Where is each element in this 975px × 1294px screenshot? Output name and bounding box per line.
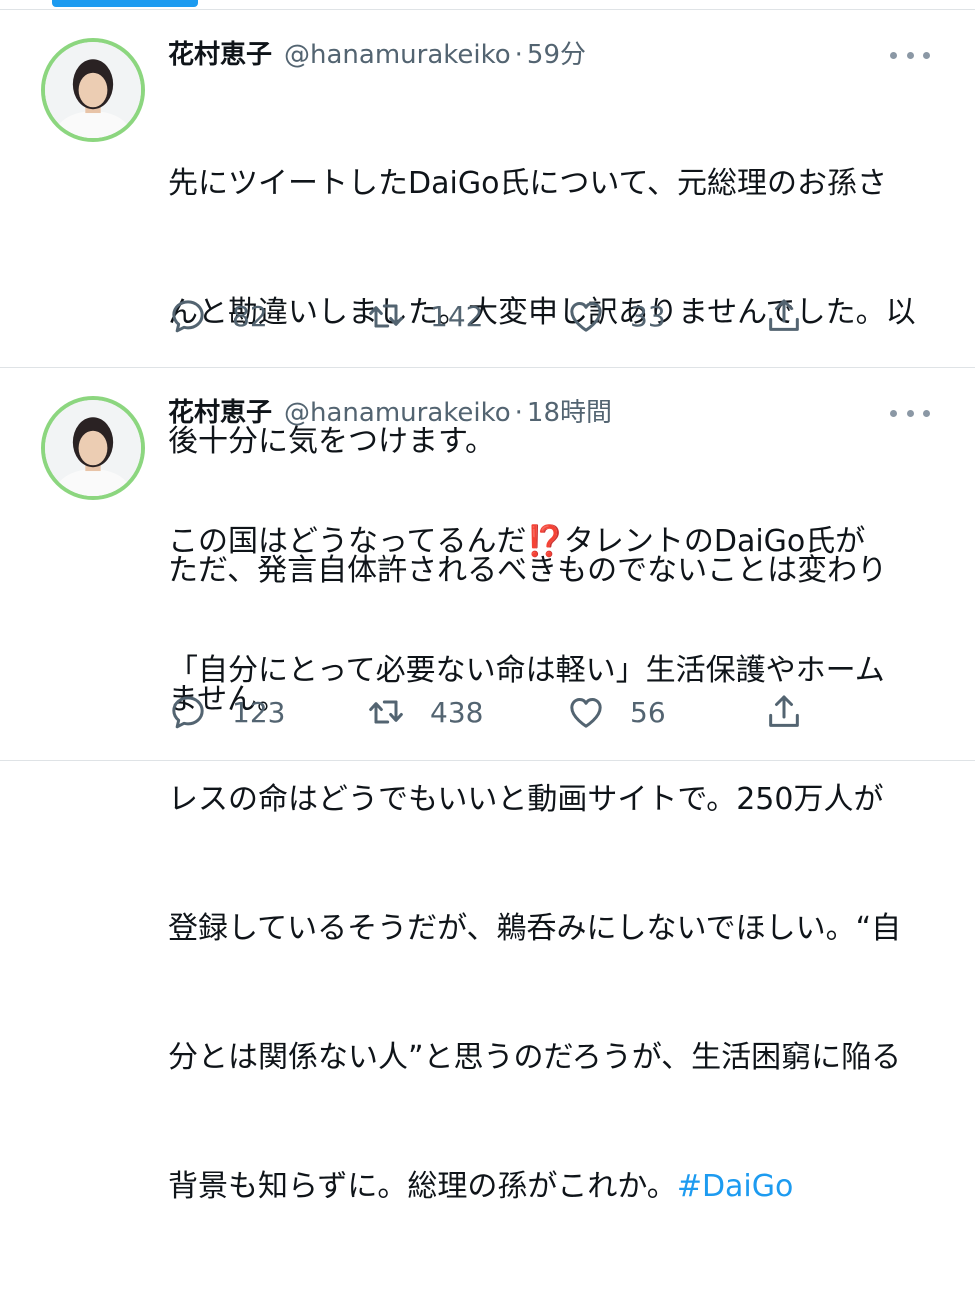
tweet-text-line: この国はどうなってるんだ⁉️タレントのDaiGo氏が <box>168 520 938 563</box>
user-handle[interactable]: @hanamurakeiko <box>284 398 511 428</box>
tweet-text-line: 分とは関係ない人”と思うのだろうが、生活困窮に陥る <box>168 1040 902 1075</box>
tweet-header: 花村恵子 @hanamurakeiko · 18時間 <box>168 392 915 436</box>
user-handle[interactable]: @hanamurakeiko <box>284 40 511 70</box>
like-button[interactable]: 33 <box>566 294 666 338</box>
retweet-button[interactable]: 142 <box>366 294 483 338</box>
tweet-actions: 123 438 56 <box>168 690 828 734</box>
reply-button[interactable]: 123 <box>168 690 285 734</box>
retweet-button[interactable]: 438 <box>366 690 483 734</box>
separator: · <box>514 398 523 428</box>
separator: · <box>514 40 523 70</box>
tweet[interactable]: 花村恵子 @hanamurakeiko · 59分 先にツイートしたDaiGo氏… <box>0 10 975 717</box>
exclamation-question-emoji: ⁉️ <box>526 524 564 559</box>
hashtag-link[interactable]: #DaiGo <box>677 1169 794 1204</box>
tweet-text-line: レスの命はどうでもいいと動画サイトで。250万人が <box>168 782 884 817</box>
retweet-icon <box>369 304 403 328</box>
tweet-actions: 82 142 33 <box>168 294 828 338</box>
tweet-text: この国はどうなってるんだ⁉️タレントのDaiGo氏が 「自分にとって必要ない命は… <box>168 434 938 1294</box>
share-button[interactable] <box>764 294 804 338</box>
reply-count: 82 <box>232 299 268 333</box>
avatar[interactable] <box>41 38 145 142</box>
avatar-image <box>45 42 141 138</box>
display-name[interactable]: 花村恵子 <box>168 34 272 71</box>
like-button[interactable]: 56 <box>566 690 666 734</box>
retweet-icon <box>369 700 403 724</box>
tweet-text-segment: 背景も知らずに。総理の孫がこれか。 <box>168 1169 677 1204</box>
tweet-header: 花村恵子 @hanamurakeiko · 59分 <box>168 34 915 78</box>
like-count: 56 <box>630 695 666 729</box>
reply-count: 123 <box>232 695 286 729</box>
like-icon <box>570 698 602 728</box>
reply-button[interactable]: 82 <box>168 294 268 338</box>
share-button[interactable] <box>764 690 804 734</box>
like-count: 33 <box>630 299 666 333</box>
active-tab-indicator <box>52 0 198 7</box>
retweet-count: 142 <box>430 299 484 333</box>
tweet-text-line: 背景も知らずに。総理の孫がこれか。#DaiGo <box>168 1165 938 1208</box>
timestamp[interactable]: 18時間 <box>527 392 612 429</box>
share-icon <box>769 299 799 331</box>
timestamp[interactable]: 59分 <box>527 34 586 71</box>
retweet-count: 438 <box>430 695 484 729</box>
more-icon[interactable] <box>890 406 930 420</box>
more-icon[interactable] <box>890 48 930 62</box>
avatar-image <box>45 400 141 496</box>
avatar[interactable] <box>41 396 145 500</box>
tweet-text-line: 登録しているそうだが、鵜呑みにしないでほしい。“自 <box>168 911 902 946</box>
reply-icon <box>172 696 204 729</box>
reply-icon <box>172 300 204 333</box>
tweet-text-line: 「自分にとって必要ない命は軽い」生活保護やホーム <box>168 653 885 688</box>
like-icon <box>570 302 602 332</box>
display-name[interactable]: 花村恵子 <box>168 392 272 429</box>
tweet-text-segment: タレントのDaiGo氏が <box>563 524 866 559</box>
tweet[interactable]: 花村恵子 @hanamurakeiko · 18時間 この国はどうなってるんだ⁉… <box>0 368 975 1204</box>
tweet-text-segment: この国はどうなってるんだ <box>168 524 527 559</box>
share-icon <box>769 695 799 727</box>
tweet-text-line: 先にツイートしたDaiGo氏について、元総理のお孫さ <box>168 166 888 201</box>
